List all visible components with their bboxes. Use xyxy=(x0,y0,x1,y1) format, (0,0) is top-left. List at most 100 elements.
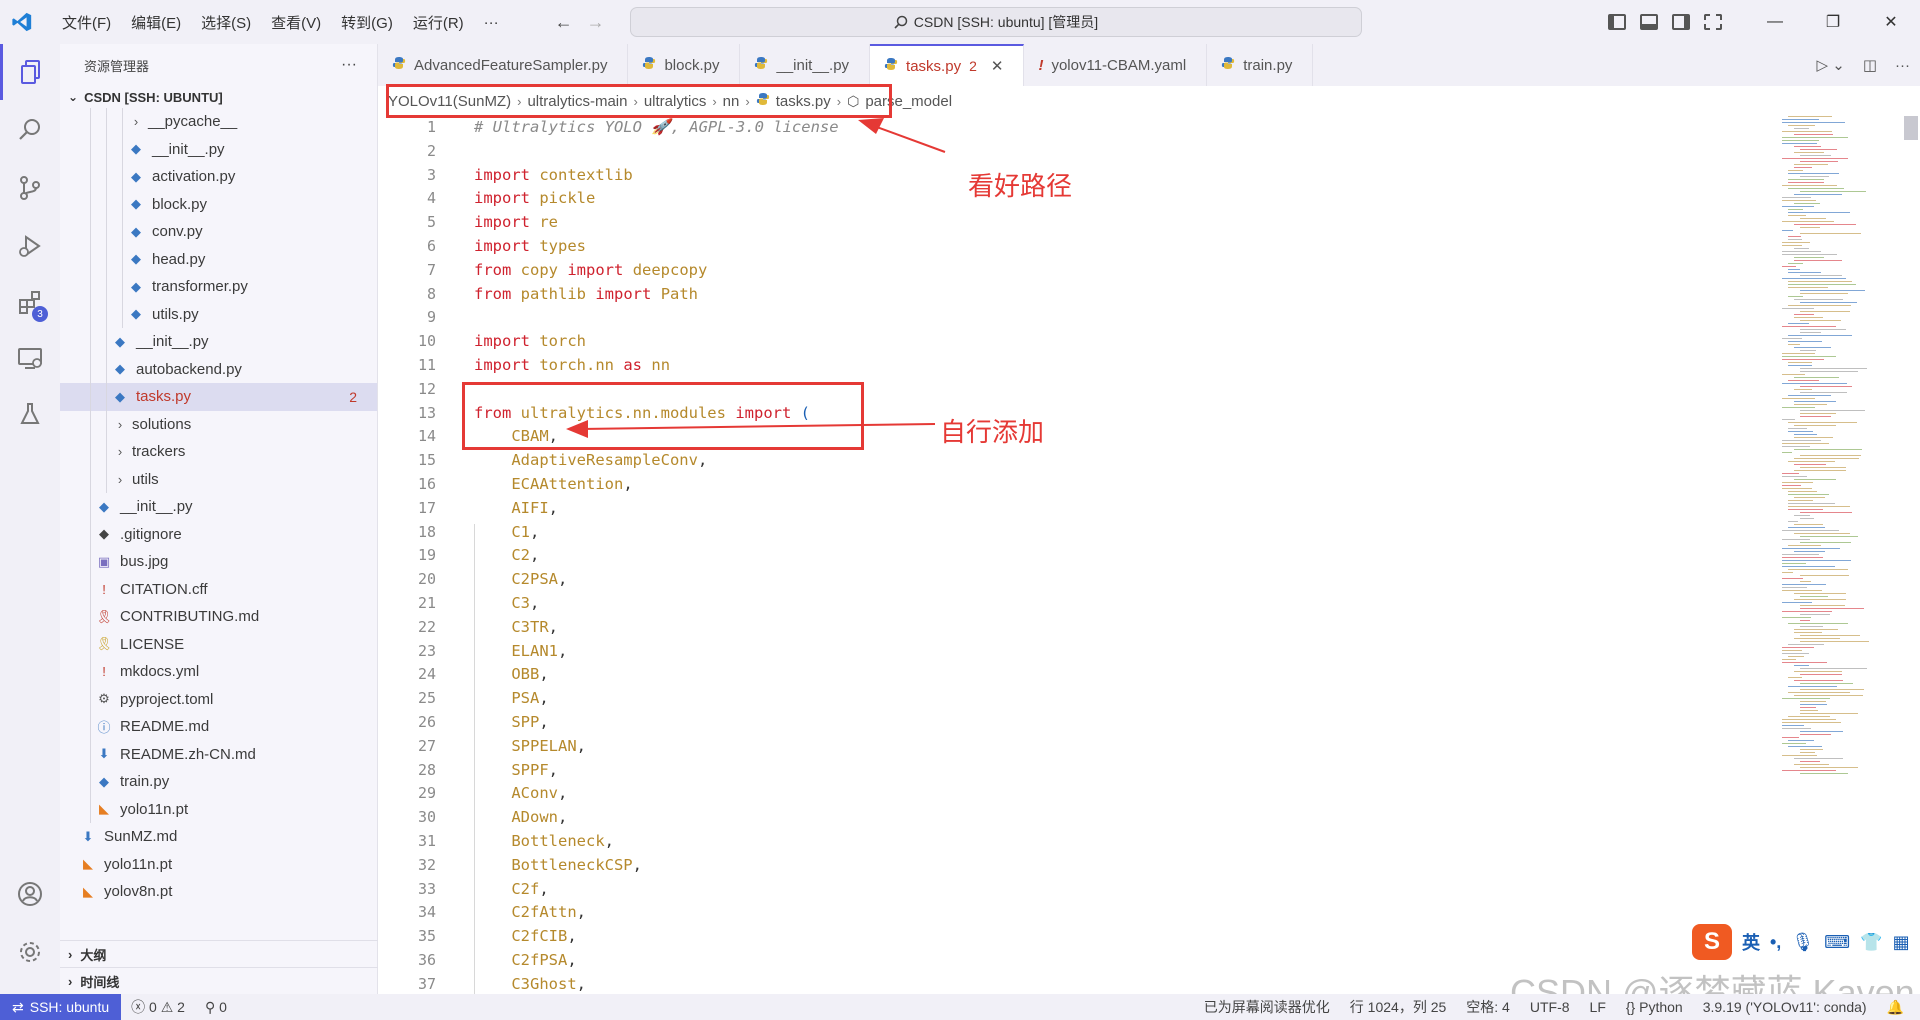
extensions-icon[interactable]: 3 xyxy=(0,274,60,330)
cursor-position[interactable]: 行 1024，列 25 xyxy=(1340,997,1457,1017)
split-editor-icon[interactable]: ◫ xyxy=(1863,56,1877,74)
tree-file[interactable]: ◆ activation.py xyxy=(60,163,377,191)
search-view-icon[interactable] xyxy=(0,102,60,158)
toggle-primary-sidebar-icon[interactable] xyxy=(1608,14,1626,30)
tree-folder[interactable]: › __pycache__ xyxy=(60,108,377,136)
menu-selection[interactable]: 选择(S) xyxy=(191,12,261,33)
indentation-status[interactable]: 空格: 4 xyxy=(1456,997,1520,1017)
minimize-button[interactable]: — xyxy=(1746,0,1804,44)
ports-indicator[interactable]: ⚲ 0 xyxy=(195,999,237,1016)
tree-file[interactable]: ⓘ README.md xyxy=(60,713,377,741)
code-content[interactable]: # Ultralytics YOLO 🚀, AGPL-3.0 license i… xyxy=(474,116,839,996)
tree-file[interactable]: ◆ head.py xyxy=(60,245,377,273)
imported-name: ELAN1 xyxy=(511,641,558,660)
tree-file[interactable]: ⚙ pyproject.toml xyxy=(60,685,377,713)
eol-status[interactable]: LF xyxy=(1580,999,1616,1015)
screen-reader-status[interactable]: 已为屏幕阅读器优化 xyxy=(1194,997,1340,1017)
tree-file[interactable]: ◆ train.py xyxy=(60,768,377,796)
code-editor[interactable]: 1 2 3 4 5 6 7 8 9 10 11 12 13 14 15 16 17 18 19 20 21 22 23 24 2… xyxy=(378,116,1782,994)
tree-file[interactable]: 🎗 LICENSE xyxy=(60,630,377,658)
tab-yolov11-cbam-yaml[interactable]: ! yolov11-CBAM.yaml xyxy=(1024,44,1208,86)
back-arrow-icon[interactable]: ← xyxy=(555,12,573,33)
tree-file[interactable]: ◆ block.py xyxy=(60,190,377,218)
remote-indicator[interactable]: ⇄ SSH: ubuntu xyxy=(0,994,122,1020)
tab-block[interactable]: block.py xyxy=(628,44,741,86)
tree-file[interactable]: ◆ autobackend.py xyxy=(60,355,377,383)
timeline-section[interactable]: › 时间线 xyxy=(60,967,378,994)
tree-folder[interactable]: › utils xyxy=(60,465,377,493)
tree-file[interactable]: ! mkdocs.yml xyxy=(60,658,377,686)
run-debug-icon[interactable] xyxy=(0,218,60,274)
tree-file[interactable]: ◆ __init__.py xyxy=(60,493,377,521)
menu-view[interactable]: 查看(V) xyxy=(261,12,331,33)
restore-button[interactable]: ❐ xyxy=(1804,0,1862,44)
toolbox-grid-icon[interactable]: ▦ xyxy=(1893,932,1910,953)
ime-punctuation[interactable]: •, xyxy=(1770,932,1781,953)
outline-section[interactable]: › 大纲 xyxy=(60,940,378,967)
tree-file[interactable]: ◆ __init__.py xyxy=(60,135,377,163)
tree-file[interactable]: ◆ conv.py xyxy=(60,218,377,246)
explorer-icon[interactable] xyxy=(0,44,60,100)
skin-shirt-icon[interactable]: 👕 xyxy=(1860,932,1882,953)
tree-item-label: SunMZ.md xyxy=(104,828,178,846)
outline-label: 大纲 xyxy=(80,947,107,963)
forward-arrow-icon[interactable]: → xyxy=(587,12,605,33)
tree-file[interactable]: ◆ tasks.py 2 xyxy=(60,383,377,411)
problems-indicator[interactable]: ⓧ 0 ⚠ 2 xyxy=(121,997,195,1017)
toggle-panel-icon[interactable] xyxy=(1640,14,1658,30)
menu-file[interactable]: 文件(F) xyxy=(52,12,121,33)
settings-gear-icon[interactable] xyxy=(0,924,60,980)
more-actions-icon[interactable]: ··· xyxy=(1895,57,1910,74)
tab-tasks[interactable]: tasks.py 2 ✕ xyxy=(870,44,1025,86)
remote-explorer-icon[interactable] xyxy=(0,330,60,386)
testing-flask-icon[interactable] xyxy=(0,386,60,442)
tree-file[interactable]: ⬇ SunMZ.md xyxy=(60,823,377,851)
minimap-line xyxy=(1800,227,1821,229)
toggle-secondary-sidebar-icon[interactable] xyxy=(1672,14,1690,30)
minimap[interactable] xyxy=(1782,116,1906,994)
tree-folder[interactable]: › trackers xyxy=(60,438,377,466)
menu-go[interactable]: 转到(G) xyxy=(331,12,403,33)
tree-file[interactable]: ◆ __init__.py xyxy=(60,328,377,356)
tree-file[interactable]: ▣ bus.jpg xyxy=(60,548,377,576)
menu-edit[interactable]: 编辑(E) xyxy=(121,12,191,33)
tree-file[interactable]: ◣ yolo11n.pt xyxy=(60,795,377,823)
tree-file[interactable]: ◣ yolo11n.pt xyxy=(60,851,377,879)
tree-file[interactable]: ◆ utils.py xyxy=(60,300,377,328)
tab-train[interactable]: train.py xyxy=(1207,44,1314,86)
tree-file[interactable]: 🎗 CONTRIBUTING.md xyxy=(60,603,377,631)
accounts-icon[interactable] xyxy=(0,866,60,922)
tree-file[interactable]: ! CITATION.cff xyxy=(60,575,377,603)
minimap-line xyxy=(1794,224,1857,226)
notifications-bell-icon[interactable]: 🔔 xyxy=(1877,999,1914,1016)
sogou-logo-icon[interactable]: S xyxy=(1692,924,1732,960)
minimap-line xyxy=(1794,203,1820,205)
command-center[interactable]: CSDN [SSH: ubuntu] [管理员] xyxy=(630,7,1362,37)
indent-guide xyxy=(122,273,123,301)
encoding-status[interactable]: UTF-8 xyxy=(1520,999,1580,1015)
tab-init[interactable]: __init__.py xyxy=(740,44,871,86)
close-tab-icon[interactable]: ✕ xyxy=(991,57,1004,75)
tab-advancedfeaturesampler[interactable]: AdvancedFeatureSampler.py xyxy=(378,44,629,86)
close-window-button[interactable]: ✕ xyxy=(1862,0,1920,44)
indent-guide xyxy=(90,410,91,438)
tree-file[interactable]: ◆ .gitignore xyxy=(60,520,377,548)
ime-language[interactable]: 英 xyxy=(1742,929,1760,955)
source-control-icon[interactable] xyxy=(0,160,60,216)
menu-more[interactable]: ··· xyxy=(474,14,509,31)
indent-guide xyxy=(90,768,91,796)
tree-file[interactable]: ⬇ README.zh-CN.md xyxy=(60,740,377,768)
microphone-icon[interactable]: 🎙 xyxy=(1791,932,1814,953)
python-interpreter[interactable]: 3.9.19 ('YOLOv11': conda) xyxy=(1693,999,1877,1015)
customize-layout-icon[interactable] xyxy=(1704,14,1722,30)
tree-folder[interactable]: › solutions xyxy=(60,410,377,438)
language-mode[interactable]: {} Python xyxy=(1616,999,1693,1015)
keyboard-icon[interactable]: ⌨ xyxy=(1824,932,1850,953)
workspace-root[interactable]: ⌄ CSDN [SSH: UBUNTU] xyxy=(60,86,377,108)
tree-file[interactable]: ◆ transformer.py xyxy=(60,273,377,301)
vertical-scrollbar-thumb[interactable] xyxy=(1904,116,1918,140)
menu-run[interactable]: 运行(R) xyxy=(403,12,474,33)
tree-file[interactable]: ◣ yolov8n.pt xyxy=(60,878,377,906)
run-python-file-icon[interactable]: ▷ ⌄ xyxy=(1817,56,1845,74)
more-actions-icon[interactable]: ··· xyxy=(341,56,357,74)
